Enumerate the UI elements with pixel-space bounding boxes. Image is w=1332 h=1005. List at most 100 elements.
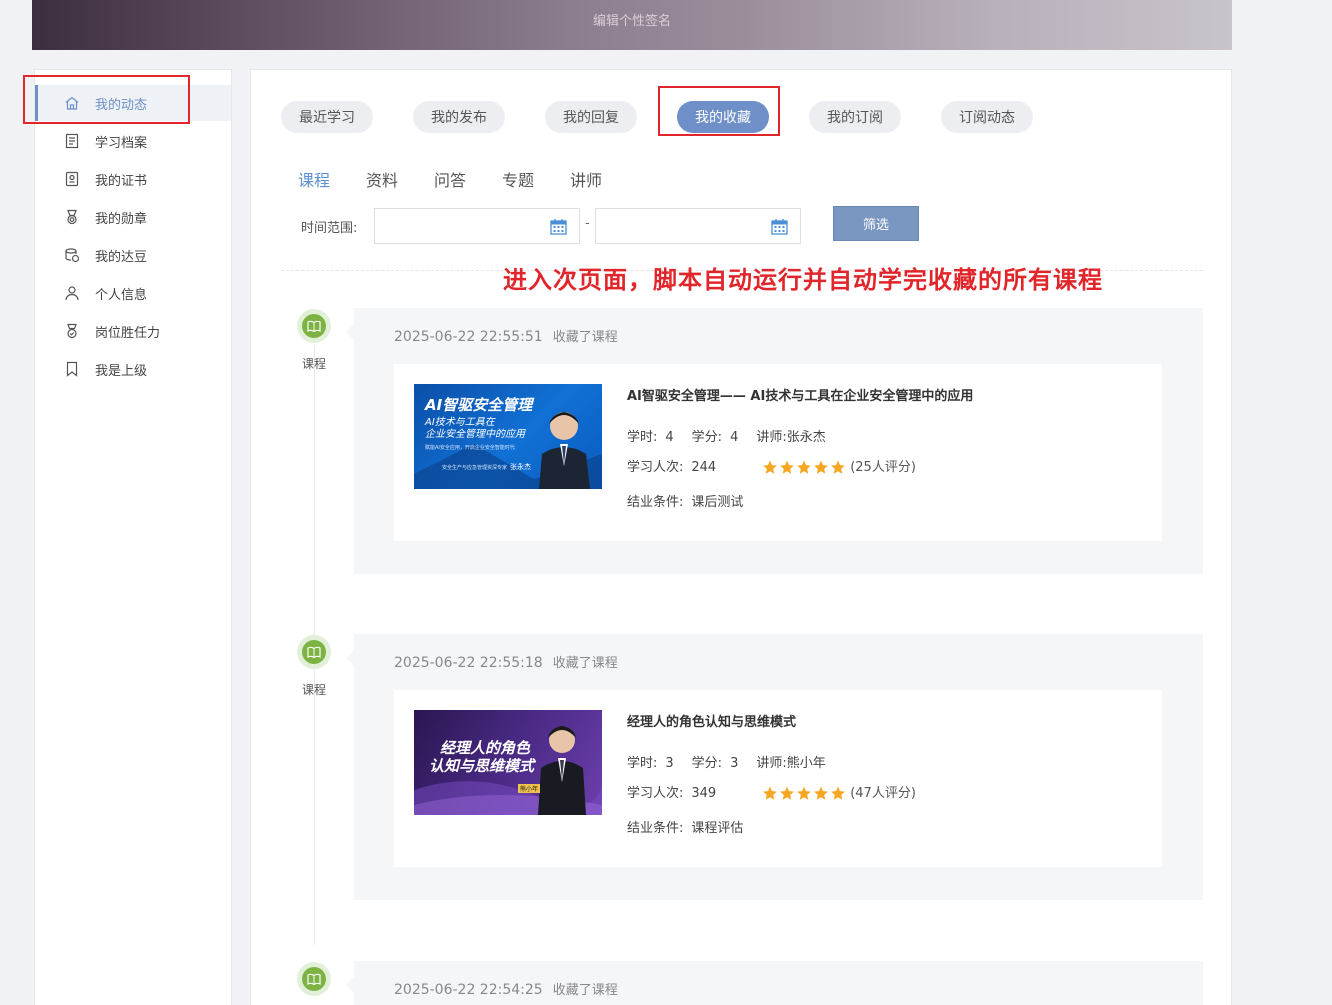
entry-meta: 2025-06-22 22:55:18 收藏了课程: [394, 652, 618, 671]
course-title[interactable]: 经理人的角色认知与思维模式: [627, 711, 796, 730]
filter-button[interactable]: 筛选: [833, 206, 919, 241]
star-rating: [762, 460, 846, 475]
credits-value: 4: [730, 430, 739, 445]
star-icon: [780, 786, 795, 800]
star-icon: [780, 460, 795, 474]
course-completion-row: 结业条件: 课程评估: [627, 817, 761, 836]
edit-signature-link[interactable]: 编辑个性签名: [32, 10, 1232, 29]
star-icon: [814, 460, 829, 474]
date-separator: -: [585, 216, 590, 231]
sidebar-item-label: 我的达豆: [95, 249, 148, 265]
sidebar-item-label: 我的勋章: [95, 211, 148, 227]
end-date-field[interactable]: [595, 208, 801, 244]
course-thumbnail[interactable]: 经理人的角色 认知与思维模式 熊小年: [414, 710, 602, 815]
timeline-dot: [297, 309, 331, 343]
sidebar-item-coins[interactable]: 我的达豆: [35, 237, 231, 273]
entry-timestamp: 2025-06-22 22:54:25: [394, 982, 543, 998]
thumb-tagline: 赋能AI安全应用，开启企业安全智能时代: [425, 445, 515, 451]
rating-count: (25人评分): [850, 460, 916, 475]
thumb-title: 认知与思维模式: [429, 757, 535, 775]
medal-icon: [63, 208, 81, 226]
highlight-box-sidebar: [23, 75, 190, 124]
learners-label: 学习人次:: [627, 786, 684, 801]
sidebar: 我的动态 学习档案 我的证书 我的勋章 我的达豆 个人信息 岗位胜任力 我是上级: [34, 69, 232, 1005]
thumb-name: 熊小年: [518, 784, 541, 793]
badge-icon: [63, 322, 81, 340]
star-icon: [797, 786, 812, 800]
learners-value: 349: [691, 786, 717, 801]
entry-meta: 2025-06-22 22:55:51 收藏了课程: [394, 326, 618, 345]
tab-my-subscriptions[interactable]: 我的订阅: [809, 101, 901, 133]
sidebar-item-competency[interactable]: 岗位胜任力: [35, 313, 231, 349]
completion-label: 结业条件:: [627, 821, 684, 836]
credits-value: 3: [730, 756, 739, 771]
bookmark-icon: [63, 360, 81, 378]
course-thumbnail[interactable]: AI智驱安全管理 AI技术与工具在 企业安全管理中的应用 赋能AI安全应用，开启…: [414, 384, 602, 489]
calendar-icon[interactable]: [771, 218, 788, 239]
entry-action: 收藏了课程: [552, 330, 618, 345]
sidebar-item-label: 我的证书: [95, 173, 148, 189]
tab-my-posts[interactable]: 我的发布: [413, 101, 505, 133]
lecturer-label: 讲师:: [756, 430, 787, 445]
sidebar-item-medals[interactable]: 我的勋章: [35, 199, 231, 235]
course-meta-row: 学时: 3 学分: 3 讲师:熊小年: [627, 752, 826, 771]
book-icon: [307, 320, 321, 332]
star-icon: [763, 460, 778, 474]
star-icon: [763, 786, 778, 800]
entry-timestamp: 2025-06-22 22:55:51: [394, 329, 543, 345]
rating-count: (47人评分): [850, 786, 916, 801]
star-icon: [797, 460, 812, 474]
course-stats-row: 学习人次: 244 (25人评分): [627, 456, 916, 475]
entry-action: 收藏了课程: [552, 656, 618, 671]
learners-label: 学习人次:: [627, 460, 684, 475]
main-panel: 最近学习 我的发布 我的回复 我的收藏 我的订阅 订阅动态 课程 资料 问答 专…: [250, 69, 1232, 1005]
subtab-courses[interactable]: 课程: [298, 167, 330, 191]
timeline-dot: [297, 962, 331, 996]
star-icon: [831, 460, 846, 474]
course-card[interactable]: 经理人的角色 认知与思维模式 熊小年 经理人的角色认知与思维模式 学时: 3 学分:…: [394, 690, 1162, 867]
entry-action: 收藏了课程: [552, 983, 618, 998]
sidebar-item-label: 岗位胜任力: [95, 325, 161, 341]
favorite-entry: 2025-06-22 22:54:25 收藏了课程: [346, 961, 1203, 1005]
certificate-icon: [63, 170, 81, 188]
timeline-type-label: 课程: [302, 357, 327, 371]
start-date-field[interactable]: [374, 208, 580, 244]
course-meta-row: 学时: 4 学分: 4 讲师:张永杰: [627, 426, 826, 445]
book-icon: [307, 973, 321, 985]
tab-my-replies[interactable]: 我的回复: [545, 101, 637, 133]
timeline-dot: [297, 635, 331, 669]
completion-value: 课后测试: [691, 495, 744, 510]
credits-label: 学分:: [691, 756, 723, 771]
thumb-tagline: 安全生产与应急管理资深专家: [442, 465, 508, 471]
profile-banner: 编辑个性签名: [32, 0, 1232, 50]
credits-label: 学分:: [691, 430, 723, 445]
thumb-title: AI智驱安全管理: [425, 396, 533, 414]
sidebar-item-label: 我是上级: [95, 363, 148, 379]
sidebar-item-supervisor[interactable]: 我是上级: [35, 351, 231, 387]
subtab-topics[interactable]: 专题: [502, 167, 534, 191]
subtab-qa[interactable]: 问答: [434, 167, 466, 191]
thumb-subtitle: 企业安全管理中的应用: [425, 429, 525, 440]
sidebar-item-label: 个人信息: [95, 287, 148, 303]
book-icon: [307, 646, 321, 658]
tab-recent-learning[interactable]: 最近学习: [281, 101, 373, 133]
star-icon: [831, 786, 846, 800]
sidebar-item-learning-archive[interactable]: 学习档案: [35, 123, 231, 159]
course-stats-row: 学习人次: 349 (47人评分): [627, 782, 916, 801]
hours-value: 3: [665, 756, 674, 771]
timeline-type-label: 课程: [302, 683, 327, 697]
sidebar-item-personal-info[interactable]: 个人信息: [35, 275, 231, 311]
highlight-box-favorites: [658, 86, 780, 136]
subtab-materials[interactable]: 资料: [366, 167, 398, 191]
course-card[interactable]: AI智驱安全管理 AI技术与工具在 企业安全管理中的应用 赋能AI安全应用，开启…: [394, 364, 1162, 541]
calendar-icon[interactable]: [550, 218, 567, 239]
sidebar-item-certificates[interactable]: 我的证书: [35, 161, 231, 197]
sidebar-item-label: 学习档案: [95, 135, 148, 151]
favorite-entry: 2025-06-22 22:55:18 收藏了课程 经理人的角色 认知与思维模式 …: [346, 634, 1203, 900]
annotation-text: 进入次页面，脚本自动运行并自动学完收藏的所有课程: [503, 266, 1103, 294]
tab-subscription-feed[interactable]: 订阅动态: [941, 101, 1033, 133]
course-title[interactable]: AI智驱安全管理—— AI技术与工具在企业安全管理中的应用: [627, 385, 973, 404]
entry-meta: 2025-06-22 22:54:25 收藏了课程: [394, 979, 618, 998]
lecturer-name: 熊小年: [786, 756, 826, 771]
subtab-lecturers[interactable]: 讲师: [570, 167, 602, 191]
